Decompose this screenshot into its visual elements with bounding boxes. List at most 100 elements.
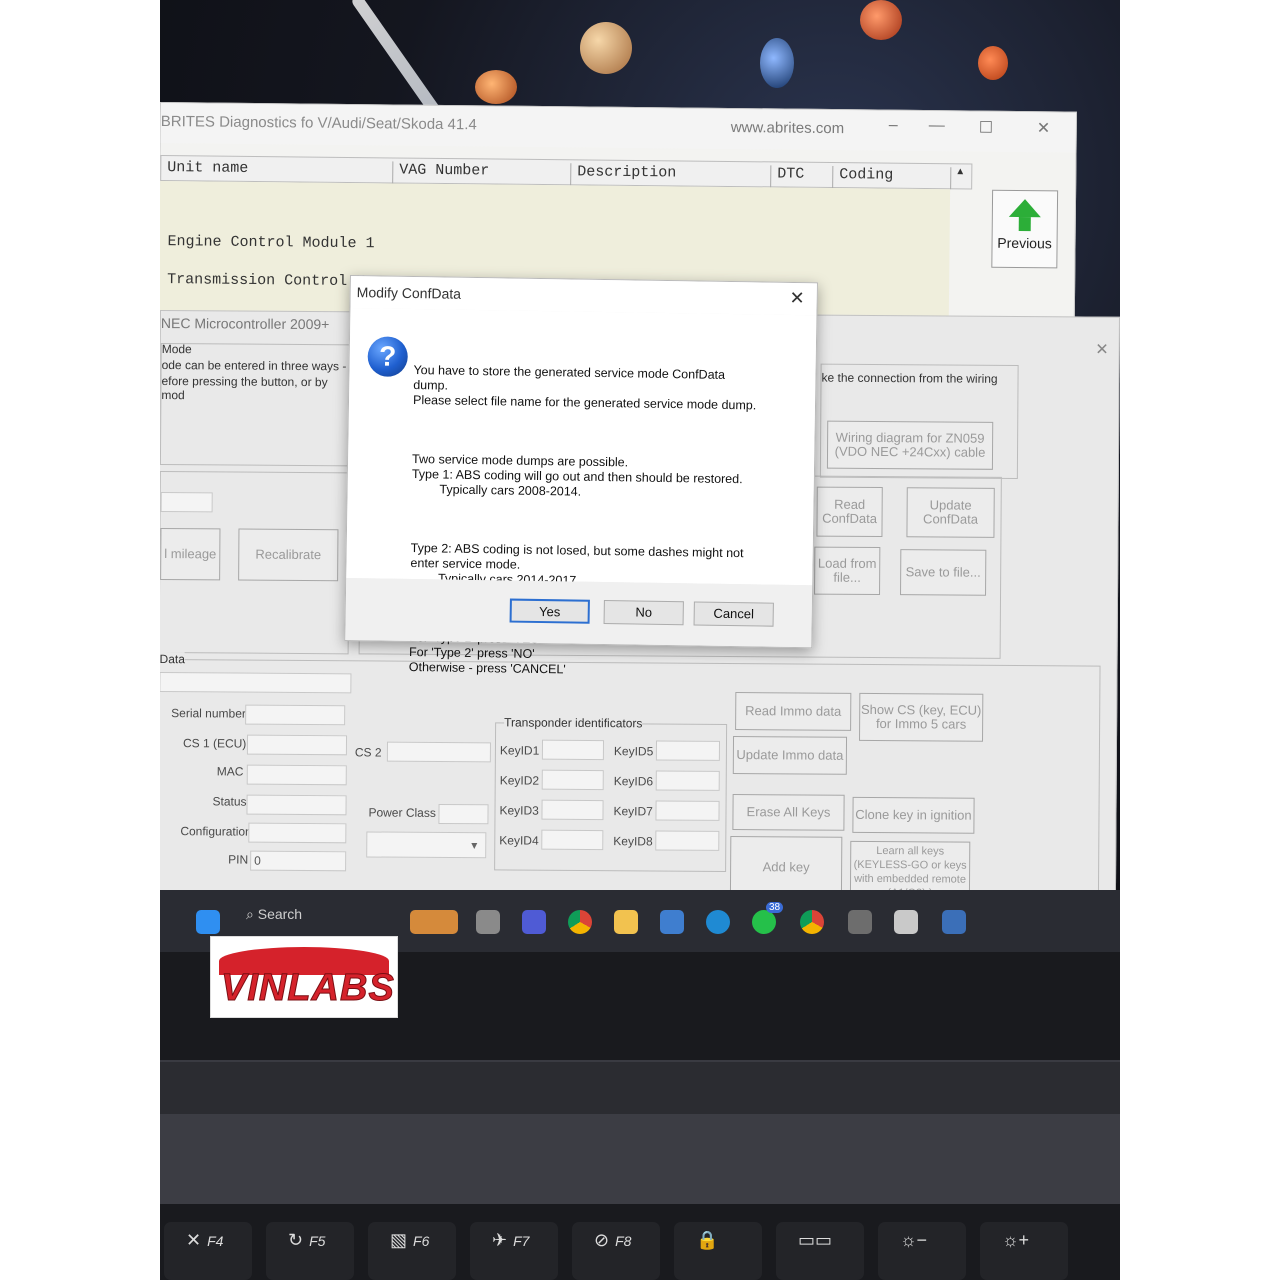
load-from-file-button[interactable]: Load from file...: [814, 546, 881, 596]
no-button[interactable]: No: [603, 600, 684, 626]
column-description[interactable]: Description: [571, 163, 772, 188]
whatsapp-icon[interactable]: 38: [752, 902, 784, 934]
mileage-field[interactable]: [160, 492, 213, 513]
planet-decoration: [580, 22, 632, 74]
cs1-field[interactable]: [246, 734, 348, 756]
cs2-label: CS 2: [354, 745, 382, 760]
dialog-message: You have to store the generated service …: [408, 333, 804, 711]
column-vag-number[interactable]: VAG Number: [393, 161, 572, 186]
function-key-icon: 🔒: [696, 1230, 719, 1250]
keyid-label: KeyID8: [613, 834, 653, 849]
keyid-field[interactable]: [541, 799, 604, 821]
keyid-field[interactable]: [541, 739, 605, 761]
function-key-icon: ▭▭: [798, 1230, 833, 1250]
power-class-field[interactable]: [438, 803, 489, 825]
column-coding[interactable]: Coding: [833, 166, 952, 190]
keyid-field[interactable]: [541, 769, 604, 791]
table-row[interactable]: Transmission Control M: [167, 271, 365, 290]
function-key-label: F7: [513, 1233, 530, 1249]
keyid-field[interactable]: [655, 830, 720, 851]
notification-badge: 38: [766, 902, 784, 913]
keyid-label: KeyID3: [499, 803, 539, 818]
status-field[interactable]: [246, 794, 347, 816]
configuration-field[interactable]: [248, 822, 347, 844]
tools-icon[interactable]: [942, 910, 966, 934]
close-icon[interactable]: ✕: [789, 288, 804, 309]
cs2-field[interactable]: [386, 741, 491, 763]
function-key[interactable]: ✕ F4: [164, 1222, 252, 1280]
erase-all-keys-button[interactable]: Erase All Keys: [732, 794, 845, 831]
close-icon[interactable]: ✕: [1095, 340, 1109, 360]
yes-button[interactable]: Yes: [509, 598, 590, 624]
planet-decoration: [978, 46, 1008, 80]
function-key-icon: ✕: [186, 1230, 202, 1250]
keyid-field[interactable]: [655, 740, 721, 761]
logo-text: VINLABS: [221, 967, 395, 1010]
function-key[interactable]: ☼+: [980, 1222, 1068, 1280]
recalibrate-button[interactable]: Recalibrate: [238, 528, 339, 582]
abrites-app-icon[interactable]: [894, 910, 918, 934]
close-icon[interactable]: ✕: [1037, 118, 1051, 138]
store-icon[interactable]: [660, 910, 684, 934]
function-key[interactable]: ▧ F6: [368, 1222, 456, 1280]
table-row[interactable]: Engine Control Module 1: [167, 233, 374, 252]
save-to-file-button[interactable]: Save to file...: [900, 549, 987, 596]
mode-text: ode can be entered in three ways -: [161, 358, 347, 374]
video-call-icon[interactable]: [522, 910, 546, 934]
function-key-icon: ☼−: [900, 1230, 928, 1250]
function-key[interactable]: ↻ F5: [266, 1222, 354, 1280]
mac-field[interactable]: [246, 764, 347, 786]
column-unit-name[interactable]: Unit name: [161, 159, 394, 184]
search-label: Search: [257, 906, 303, 922]
column-dtc[interactable]: DTC: [771, 165, 834, 189]
serial-number-field[interactable]: [245, 704, 346, 726]
cancel-button[interactable]: Cancel: [693, 601, 774, 627]
function-key-icon: ⊘: [594, 1230, 610, 1250]
taskbar-search[interactable]: ⌕ Search: [246, 906, 302, 923]
planet-decoration: [475, 70, 517, 104]
chrome-icon[interactable]: [568, 910, 592, 934]
planet-decoration: [760, 38, 794, 88]
task-view-icon[interactable]: [476, 910, 500, 934]
maximize-icon[interactable]: ☐: [979, 118, 994, 138]
keyid-label: KeyID4: [499, 833, 539, 848]
show-cs-button[interactable]: Show CS (key, ECU) for Immo 5 cars: [859, 692, 984, 742]
widgets-icon[interactable]: [410, 910, 458, 934]
pin-field[interactable]: 0: [250, 850, 347, 872]
clone-key-button[interactable]: Clone key in ignition: [852, 796, 975, 834]
keyid-field[interactable]: [655, 800, 720, 821]
keyid-label: KeyID5: [613, 744, 654, 759]
function-key[interactable]: ✈ F7: [470, 1222, 558, 1280]
power-class-label: Power Class: [368, 805, 436, 820]
wiring-diagram-button[interactable]: Wiring diagram for ZN059 (VDO NEC +24Cxx…: [826, 420, 994, 470]
function-key[interactable]: ▭▭: [776, 1222, 864, 1280]
data-field[interactable]: [160, 672, 352, 694]
function-key[interactable]: ⊘ F8: [572, 1222, 660, 1280]
power-class-dropdown[interactable]: ▾: [366, 831, 487, 859]
windows-start-icon[interactable]: [196, 910, 220, 934]
update-immo-button[interactable]: Update Immo data: [732, 736, 848, 775]
mode-group-label: Mode: [161, 342, 192, 357]
keyid-field[interactable]: [655, 770, 720, 791]
function-key[interactable]: 🔒: [674, 1222, 762, 1280]
minimize-icon[interactable]: —: [929, 117, 945, 135]
keyid-field[interactable]: [541, 829, 604, 851]
app-icon[interactable]: [848, 910, 872, 934]
main-title-bar: BRITES Diagnostics fo V/Audi/Seat/Skoda …: [160, 103, 1076, 153]
function-key[interactable]: ☼−: [878, 1222, 966, 1280]
update-confdata-button[interactable]: Update ConfData: [906, 487, 995, 538]
wiring-group: ke the connection from the wiring Wiring…: [819, 363, 1019, 479]
wiring-text: ke the connection from the wiring: [821, 370, 998, 386]
message-paragraph: Two service mode dumps are possible. Typ…: [411, 451, 743, 499]
chrome-profile-icon[interactable]: [800, 910, 824, 934]
edge-icon[interactable]: [706, 910, 730, 934]
scroll-up-icon[interactable]: ▲: [951, 167, 971, 189]
minimize-icon[interactable]: –: [889, 117, 898, 135]
mileage-button[interactable]: l mileage: [160, 528, 221, 581]
website-link[interactable]: www.abrites.com: [731, 119, 845, 137]
previous-button[interactable]: Previous: [991, 189, 1059, 269]
folder-icon[interactable]: [614, 910, 638, 934]
read-confdata-button[interactable]: Read ConfData: [816, 486, 883, 538]
transponder-group-label: Transponder identificators: [504, 715, 643, 731]
dialog-body: ? You have to store the generated servic…: [346, 308, 817, 676]
